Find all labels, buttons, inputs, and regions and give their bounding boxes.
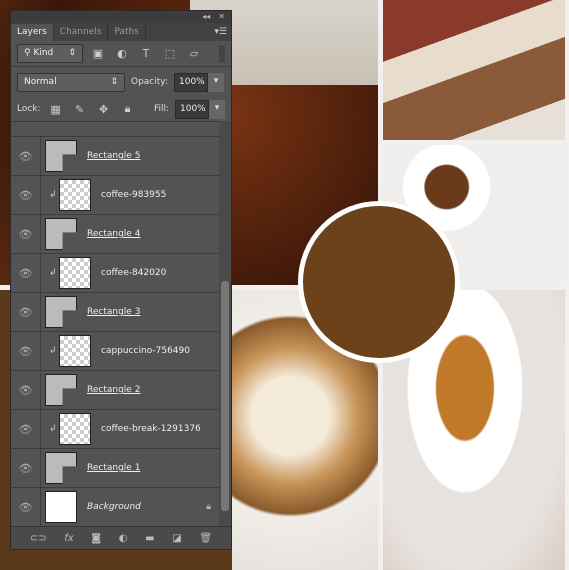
layer-row[interactable]: 👁︎ Rectangle 1 — [11, 449, 221, 488]
new-layer-icon[interactable]: ◪ — [172, 533, 181, 544]
layer-row[interactable]: 👁︎ Background 🔒︎ — [11, 488, 221, 527]
layer-row[interactable]: 👁︎ Rectangle 3 — [11, 293, 221, 332]
brown-circle — [298, 201, 460, 363]
layer-thumbnail — [45, 452, 77, 484]
clipping-arrow-icon: ↲ — [49, 346, 57, 356]
visibility-eye-icon[interactable]: 👁︎ — [11, 137, 41, 175]
layer-row[interactable]: 👁︎ ↲ cappuccino-756490 — [11, 332, 221, 371]
filter-toggle[interactable] — [219, 44, 225, 63]
layer-row[interactable]: 👁︎ ↲ coffee-break-1291376 — [11, 410, 221, 449]
layer-name: Rectangle 2 — [87, 385, 141, 395]
delete-layer-icon[interactable]: 🗑︎ — [199, 533, 212, 544]
tab-layers[interactable]: Layers — [11, 24, 54, 41]
clipping-arrow-icon: ↲ — [49, 424, 57, 434]
blend-mode-select[interactable]: Normal ⇕ — [17, 72, 125, 92]
visibility-eye-icon[interactable]: 👁︎ — [11, 449, 41, 487]
visibility-eye-icon[interactable]: 👁︎ — [11, 254, 41, 292]
tab-channels[interactable]: Channels — [54, 24, 109, 41]
filter-kind-select[interactable]: ⚲ Kind ⇕ — [17, 44, 83, 63]
layer-name: Rectangle 5 — [87, 151, 141, 161]
layer-name: coffee-842020 — [101, 268, 167, 278]
layer-name: cappuccino-756490 — [101, 346, 190, 356]
layer-thumbnail — [59, 257, 91, 289]
lock-transparent-icon[interactable]: ▦ — [47, 103, 65, 116]
scrollbar[interactable] — [219, 121, 231, 528]
lock-label: Lock: — [17, 104, 41, 114]
layer-thumbnail — [59, 413, 91, 445]
visibility-eye-icon[interactable]: 👁︎ — [11, 215, 41, 253]
visibility-eye-icon[interactable]: 👁︎ — [11, 410, 41, 448]
waffle-coffee-photo — [383, 0, 565, 140]
link-layers-icon[interactable]: ⊂⊃ — [30, 533, 47, 544]
visibility-eye-icon[interactable]: 👁︎ — [11, 176, 41, 214]
layers-list: 👁︎ Rectangle 5 👁︎ ↲ coffee-983955 👁︎ Rectangle… — [11, 121, 221, 528]
fill-label: Fill: — [153, 104, 169, 114]
visibility-eye-icon[interactable]: 👁︎ — [11, 488, 41, 526]
type-filter-icon[interactable]: T — [137, 47, 155, 60]
pixel-filter-icon[interactable]: ▣ — [89, 47, 107, 60]
layer-thumbnail — [59, 335, 91, 367]
layer-thumbnail — [45, 218, 77, 250]
shape-filter-icon[interactable]: ⬚ — [161, 47, 179, 60]
layer-row[interactable]: 👁︎ Rectangle 2 — [11, 371, 221, 410]
layer-row[interactable]: 👁︎ Rectangle 5 — [11, 137, 221, 176]
fx-button[interactable]: fx — [64, 533, 73, 544]
scrollbar-thumb[interactable] — [221, 281, 229, 511]
visibility-eye-icon[interactable]: 👁︎ — [11, 371, 41, 409]
tab-paths[interactable]: Paths — [108, 24, 146, 41]
layer-thumbnail — [59, 179, 91, 211]
opacity-dropdown[interactable]: ▾ — [208, 72, 224, 92]
layer-row[interactable]: 👁︎ ↲ coffee-842020 — [11, 254, 221, 293]
new-group-icon[interactable]: ▬ — [145, 533, 154, 544]
lock-position-icon[interactable]: ✥ — [95, 103, 113, 116]
layer-thumbnail — [45, 296, 77, 328]
lock-icon: 🔒︎ — [206, 502, 211, 512]
layer-thumbnail — [45, 491, 77, 523]
smart-object-filter-icon[interactable]: ▱ — [185, 47, 203, 60]
lock-all-icon[interactable]: 🔒︎ — [119, 102, 137, 116]
panel-menu-icon[interactable]: ▾☰ — [214, 24, 231, 41]
layer-name: coffee-983955 — [101, 190, 167, 200]
layer-name: Background — [87, 502, 141, 512]
visibility-eye-icon[interactable]: 👁︎ — [11, 332, 41, 370]
adjustment-filter-icon[interactable]: ◐ — [113, 47, 131, 60]
fill-dropdown[interactable]: ▾ — [209, 99, 225, 119]
layer-name: Rectangle 4 — [87, 229, 141, 239]
add-mask-icon[interactable]: ◙ — [91, 533, 101, 544]
layer-name: Rectangle 1 — [87, 463, 141, 473]
layer-row[interactable]: 👁︎ ↲ coffee-983955 — [11, 176, 221, 215]
layers-panel: ◂◂ ✕ Layers Channels Paths ▾☰ ⚲ Kind ⇕ ▣ ◐… — [10, 10, 232, 550]
clipping-arrow-icon: ↲ — [49, 190, 57, 200]
layer-thumbnail — [45, 374, 77, 406]
layer-row[interactable]: 👁︎ Rectangle 4 — [11, 215, 221, 254]
close-icon[interactable]: ✕ — [218, 11, 225, 23]
layer-name: Rectangle 3 — [87, 307, 141, 317]
clipping-arrow-icon: ↲ — [49, 268, 57, 278]
fill-input[interactable]: 100% — [175, 99, 209, 119]
adjustment-layer-icon[interactable]: ◐ — [119, 533, 128, 544]
lock-pixels-icon[interactable]: ✎ — [71, 103, 89, 116]
opacity-label: Opacity: — [131, 77, 168, 87]
layer-name: coffee-break-1291376 — [101, 424, 201, 434]
layer-thumbnail — [45, 140, 77, 172]
opacity-input[interactable]: 100% — [174, 72, 208, 92]
visibility-eye-icon[interactable]: 👁︎ — [11, 293, 41, 331]
collapse-icon[interactable]: ◂◂ — [202, 11, 210, 23]
